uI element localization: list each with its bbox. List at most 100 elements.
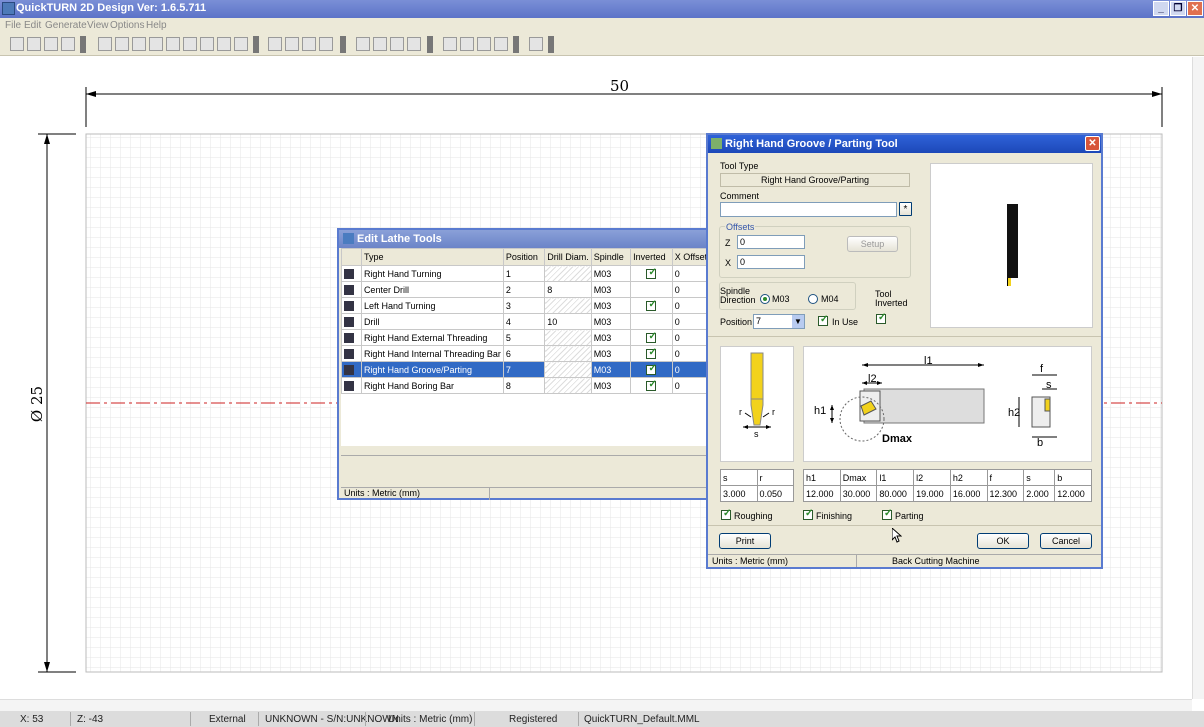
param-value[interactable]: 12.000 — [1054, 485, 1092, 502]
inverted-checkbox[interactable] — [646, 379, 657, 391]
cell-inverted[interactable] — [630, 265, 673, 282]
cell-position[interactable]: 2 — [502, 281, 546, 298]
cell-inverted[interactable] — [630, 377, 673, 394]
menu-generate[interactable]: Generate — [45, 20, 87, 31]
inverted-checkbox[interactable] — [646, 267, 657, 279]
cell-type[interactable]: Center Drill — [360, 281, 504, 298]
cell-drill[interactable]: 10 — [544, 313, 592, 330]
tools-icon[interactable] — [529, 37, 543, 51]
curve-tool-icon[interactable] — [132, 37, 146, 51]
delete-tool-icon[interactable] — [183, 37, 197, 51]
open-file-icon[interactable] — [27, 37, 41, 51]
cell-xoffset[interactable]: 0 — [671, 281, 712, 298]
m04-radio[interactable] — [808, 294, 818, 304]
cell-type[interactable]: Right Hand External Threading — [360, 329, 504, 346]
param-value[interactable]: 30.000 — [839, 485, 878, 502]
zoom-in-icon[interactable] — [268, 37, 282, 51]
tool-inverted-checkbox[interactable] — [876, 312, 886, 324]
cell-inverted[interactable] — [630, 313, 673, 330]
finishing-checkbox[interactable] — [803, 508, 813, 520]
app-title-bar[interactable]: QuickTURN 2D Design Ver: 1.6.5.711 _ ❐ ✕ — [0, 0, 1204, 18]
comment-special-button[interactable]: * — [899, 202, 912, 216]
new-file-icon[interactable] — [10, 37, 24, 51]
cell-position[interactable]: 5 — [502, 329, 546, 346]
maximize-button[interactable]: ❐ — [1170, 1, 1186, 16]
cell-xoffset[interactable]: 0 — [671, 297, 712, 314]
cell-position[interactable]: 4 — [502, 313, 546, 330]
param-value[interactable]: 19.000 — [913, 485, 951, 502]
cell-spindle[interactable]: M03 — [590, 265, 632, 282]
menu-edit[interactable]: Edit — [24, 20, 41, 31]
cell-position[interactable]: 6 — [502, 345, 546, 362]
stock-icon[interactable] — [443, 37, 457, 51]
table-row[interactable]: Drill 4 10 M03 0 — [341, 313, 712, 330]
cell-spindle[interactable]: M03 — [590, 361, 632, 378]
menu-view[interactable]: View — [87, 20, 109, 31]
minimize-button[interactable]: _ — [1153, 1, 1169, 16]
cell-xoffset[interactable]: 0 — [671, 345, 712, 362]
chevron-down-icon[interactable]: ▼ — [792, 315, 804, 328]
cell-position[interactable]: 7 — [502, 361, 546, 378]
col-drill[interactable]: Drill Diam. — [544, 248, 592, 266]
grid-icon[interactable] — [460, 37, 474, 51]
param-value[interactable]: 12.000 — [803, 485, 841, 502]
cell-drill[interactable] — [544, 329, 592, 346]
pan-left-icon[interactable] — [356, 37, 370, 51]
pan-right-icon[interactable] — [373, 37, 387, 51]
table-row[interactable]: Right Hand Turning1 M03 0 — [341, 265, 712, 282]
roughing-checkbox[interactable] — [721, 508, 731, 520]
setup-button[interactable]: Setup — [847, 236, 898, 252]
chamfer-tool-icon[interactable] — [166, 37, 180, 51]
fit-icon[interactable] — [234, 37, 248, 51]
pan-down-icon[interactable] — [407, 37, 421, 51]
rect-tool-icon[interactable] — [149, 37, 163, 51]
groove-parting-titlebar[interactable]: Right Hand Groove / Parting Tool ✕ — [708, 135, 1101, 153]
cell-spindle[interactable]: M03 — [590, 313, 632, 330]
param-value[interactable]: 80.000 — [876, 485, 915, 502]
param-value[interactable]: 2.000 — [1023, 485, 1056, 502]
inverted-checkbox[interactable] — [646, 363, 657, 375]
zoom-window-icon[interactable] — [302, 37, 316, 51]
param-value[interactable]: 16.000 — [949, 485, 988, 502]
x-offset-input[interactable]: 0 — [737, 255, 805, 269]
edit-lathe-tools-titlebar[interactable]: Edit Lathe Tools — [339, 230, 710, 248]
arc-tool-icon[interactable] — [115, 37, 129, 51]
cancel-button[interactable]: Cancel — [1040, 533, 1092, 549]
parting-checkbox[interactable] — [882, 508, 892, 520]
table-row[interactable]: Right Hand Boring Bar8 M03 0 — [341, 377, 712, 394]
inverted-checkbox[interactable] — [646, 331, 657, 343]
cell-drill[interactable]: 8 — [544, 281, 592, 298]
cell-position[interactable]: 1 — [502, 265, 546, 282]
menu-help[interactable]: Help — [146, 20, 167, 31]
inverted-checkbox[interactable] — [646, 299, 657, 311]
cell-spindle[interactable]: M03 — [590, 345, 632, 362]
table-row[interactable]: Right Hand Groove/Parting7 M03 0 — [341, 361, 712, 378]
cell-spindle[interactable]: M03 — [590, 297, 632, 314]
cell-type[interactable]: Right Hand Groove/Parting — [360, 361, 504, 378]
cell-xoffset[interactable]: 0 — [671, 361, 712, 378]
zoom-out-icon[interactable] — [285, 37, 299, 51]
table-row[interactable]: Left Hand Turning3 M03 0 — [341, 297, 712, 314]
cell-spindle[interactable]: M03 — [590, 281, 632, 298]
close-app-button[interactable]: ✕ — [1187, 1, 1203, 16]
cell-spindle[interactable]: M03 — [590, 329, 632, 346]
horizontal-scrollbar[interactable] — [0, 699, 1192, 711]
redo-icon[interactable] — [217, 37, 231, 51]
comment-input[interactable] — [720, 202, 897, 217]
cell-inverted[interactable] — [630, 361, 673, 378]
position-select[interactable]: 7 ▼ — [753, 314, 805, 329]
z-offset-input[interactable]: 0 — [737, 235, 805, 249]
cell-drill[interactable] — [544, 345, 592, 362]
cell-inverted[interactable] — [630, 281, 673, 298]
cell-inverted[interactable] — [630, 329, 673, 346]
cell-xoffset[interactable]: 0 — [671, 265, 712, 282]
menu-file[interactable]: File — [5, 20, 21, 31]
vertical-scrollbar[interactable] — [1192, 57, 1204, 699]
table-row[interactable]: Right Hand External Threading5 M03 0 — [341, 329, 712, 346]
cell-type[interactable]: Right Hand Internal Threading Bar — [360, 345, 504, 362]
cell-type[interactable]: Right Hand Turning — [360, 265, 504, 282]
table-row[interactable]: Right Hand Internal Threading Bar6 M03 0 — [341, 345, 712, 362]
param-value[interactable]: 12.300 — [986, 485, 1025, 502]
m03-radio[interactable] — [760, 294, 770, 304]
cell-position[interactable]: 8 — [502, 377, 546, 394]
